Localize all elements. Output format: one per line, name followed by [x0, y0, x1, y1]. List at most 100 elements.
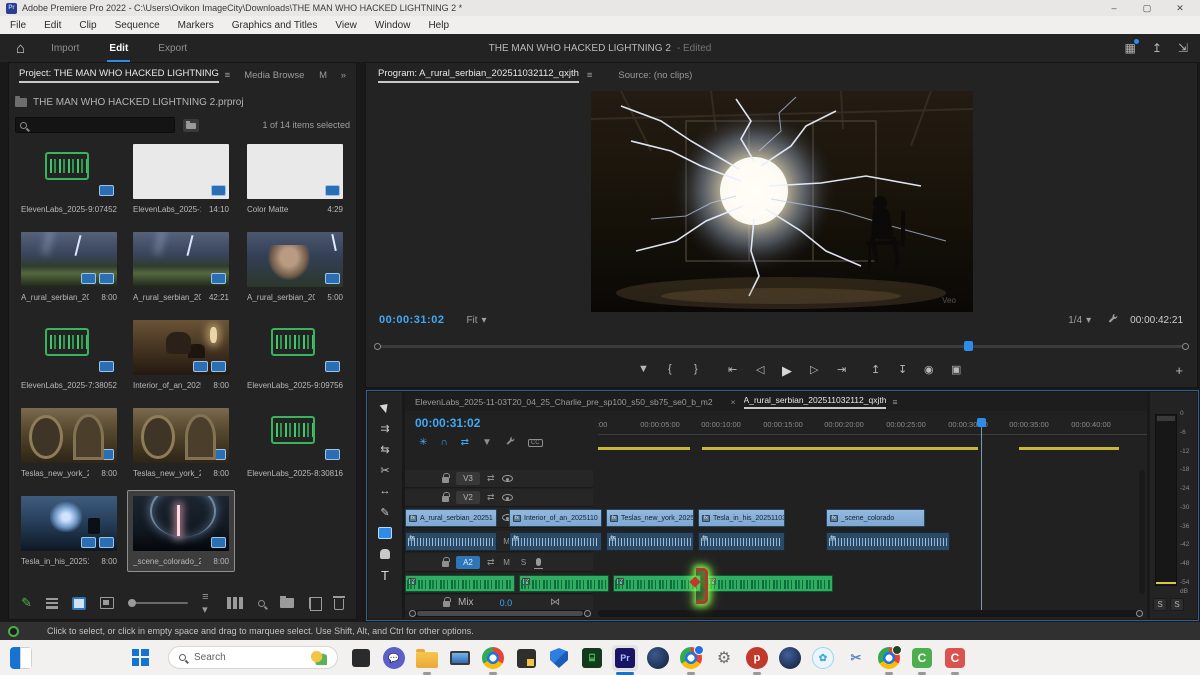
project-item-video[interactable]: A_rural_serbian_202...42:21	[133, 232, 229, 302]
audio-clip[interactable]: fx	[509, 532, 602, 551]
search-box[interactable]	[15, 117, 175, 133]
snipping-tool-icon[interactable]: ✂	[843, 645, 869, 671]
automate-to-sequence-icon[interactable]	[227, 597, 243, 609]
timeline-clip[interactable]: fxTesla_in_his_20251103	[698, 509, 785, 527]
project-item-video[interactable]: Interior_of_an_202511...8:00	[133, 320, 229, 390]
home-icon[interactable]: ⌂	[16, 40, 25, 57]
tab-source[interactable]: Source: (no clips)	[618, 70, 692, 81]
program-scrubber[interactable]	[376, 341, 1187, 351]
project-item-audio[interactable]: ElevenLabs_2025-...9:07452	[21, 144, 117, 214]
track-output-eye-icon[interactable]	[502, 475, 513, 482]
timeline-clip[interactable]: fxInterior_of_an_2025110	[509, 509, 602, 527]
tab-sequence-active[interactable]: A_rural_serbian_202511032112_qxjth	[744, 395, 887, 409]
project-item-audio[interactable]: ElevenLabs_2025-...7:38052	[21, 320, 117, 390]
solo-button[interactable]: S	[519, 558, 529, 567]
mark-out-icon[interactable]: }	[694, 363, 698, 375]
mute-button[interactable]: M	[502, 558, 512, 567]
track-header-a2[interactable]: A2 ⇄ M S	[405, 553, 593, 572]
linked-selection-icon[interactable]: ⇄	[461, 437, 469, 448]
project-item-audio[interactable]: ElevenLabs_2025-...8:30816	[247, 408, 343, 478]
minimize-button[interactable]: –	[1100, 3, 1128, 13]
camtasia-icon[interactable]: C	[909, 645, 935, 671]
chrome-profile-2-icon[interactable]	[876, 645, 902, 671]
chrome-profile-icon[interactable]	[678, 645, 704, 671]
menu-file[interactable]: File	[10, 20, 26, 31]
track-header-v2[interactable]: V2 ⇄	[405, 489, 593, 507]
edit-pen-icon[interactable]: ✎	[21, 595, 32, 611]
widgets-icon[interactable]	[10, 647, 32, 669]
menu-graphics-titles[interactable]: Graphics and Titles	[232, 20, 318, 31]
teams-icon[interactable]: 💬	[381, 645, 407, 671]
delete-icon[interactable]	[334, 599, 344, 610]
track-header-scrollbar[interactable]	[409, 610, 591, 617]
tab-more[interactable]: M	[319, 70, 327, 81]
selection-tool[interactable]	[382, 400, 389, 414]
sync-lock-icon[interactable]: ⇄	[487, 473, 495, 484]
sync-lock-icon[interactable]: ⇄	[487, 492, 495, 503]
circle-app-2-icon[interactable]	[777, 645, 803, 671]
project-search-input[interactable]	[31, 120, 161, 130]
menu-sequence[interactable]: Sequence	[115, 20, 160, 31]
play-button-icon[interactable]: ▶	[782, 363, 792, 379]
fullscreen-icon[interactable]: ⇲	[1178, 41, 1188, 55]
extract-icon[interactable]: ↧	[898, 363, 907, 376]
insert-as-nest-icon[interactable]: ✳	[419, 437, 427, 448]
scrubber-track[interactable]	[376, 345, 1187, 348]
pc-app-icon[interactable]	[447, 645, 473, 671]
zoom-level-dropdown[interactable]: Fit▾	[466, 315, 486, 326]
lock-icon[interactable]	[442, 561, 449, 567]
settings-gear-icon[interactable]: ⚙	[711, 645, 737, 671]
go-to-out-icon[interactable]: ⇥	[837, 363, 846, 376]
timeline-clip[interactable]: fxA_rural_serbian_20251	[405, 509, 497, 527]
track-output-eye-icon[interactable]	[502, 494, 513, 501]
type-tool[interactable]: T	[381, 568, 389, 582]
audio-track-a1-lane[interactable]: fx fx fx fx fx	[405, 531, 954, 552]
panel-menu-icon[interactable]: ≡	[587, 70, 593, 81]
source-assign-empty[interactable]	[411, 491, 435, 504]
chrome-icon[interactable]	[480, 645, 506, 671]
tab-project[interactable]: Project: THE MAN WHO HACKED LIGHTNING 2	[19, 68, 219, 83]
ai-brain-icon[interactable]: ✿	[810, 645, 836, 671]
add-marker-icon[interactable]: ▼	[482, 437, 492, 448]
source-assign-empty[interactable]	[411, 556, 435, 569]
lock-icon[interactable]	[442, 496, 449, 502]
project-breadcrumb[interactable]: THE MAN WHO HACKED LIGHTNING 2.prproj	[15, 93, 350, 111]
find-icon[interactable]	[258, 600, 265, 607]
fit-track-icon[interactable]: ⋈	[550, 597, 560, 608]
emulator-icon[interactable]: ⌸	[579, 645, 605, 671]
timeline-clip[interactable]: fx_scene_colorado	[826, 509, 925, 527]
track-select-forward-tool[interactable]: ⇉	[380, 421, 389, 435]
icon-view-icon[interactable]	[72, 597, 87, 610]
timeline-settings-wrench-icon[interactable]	[505, 436, 515, 449]
p-app-icon[interactable]: p	[744, 645, 770, 671]
scrollbar-thumb[interactable]	[417, 611, 583, 616]
audio-clip[interactable]: fx	[698, 532, 785, 551]
lock-icon[interactable]	[443, 601, 450, 607]
maximize-button[interactable]: ▢	[1133, 3, 1161, 14]
music-clip[interactable]: fx	[519, 575, 609, 592]
menu-view[interactable]: View	[335, 20, 357, 31]
slip-tool[interactable]: ↔	[380, 484, 391, 498]
mix-gain-value[interactable]: 0.0	[500, 598, 513, 608]
premiere-taskbar-icon[interactable]: Pr	[612, 645, 638, 671]
scrollbar-handle[interactable]	[584, 610, 591, 617]
go-to-in-icon[interactable]: ⇤	[728, 363, 737, 376]
sync-lock-icon[interactable]: ⇄	[487, 557, 495, 568]
solo-left-button[interactable]: S	[1153, 598, 1167, 611]
music-clip[interactable]: fx	[705, 575, 833, 592]
tab-import[interactable]: Import	[49, 37, 81, 60]
pen-tool[interactable]: ✎	[380, 505, 389, 519]
close-button[interactable]: ✕	[1166, 3, 1194, 14]
scrubber-start-handle[interactable]	[374, 343, 381, 350]
program-video-preview[interactable]: Veo	[591, 91, 973, 312]
step-back-icon[interactable]: ◁	[756, 363, 764, 376]
sort-icon[interactable]: ≡ ▾	[202, 591, 213, 616]
music-clip[interactable]: fx	[405, 575, 515, 592]
export-frame-icon[interactable]: ◉	[924, 363, 934, 376]
captions-icon[interactable]: CC	[528, 439, 543, 447]
workspaces-icon[interactable]: ▦	[1125, 41, 1136, 55]
menu-edit[interactable]: Edit	[44, 20, 61, 31]
mix-track-header[interactable]: Mix 0.0 ⋈	[405, 595, 593, 610]
mark-in-icon[interactable]: {	[668, 363, 672, 375]
menu-window[interactable]: Window	[375, 20, 411, 31]
